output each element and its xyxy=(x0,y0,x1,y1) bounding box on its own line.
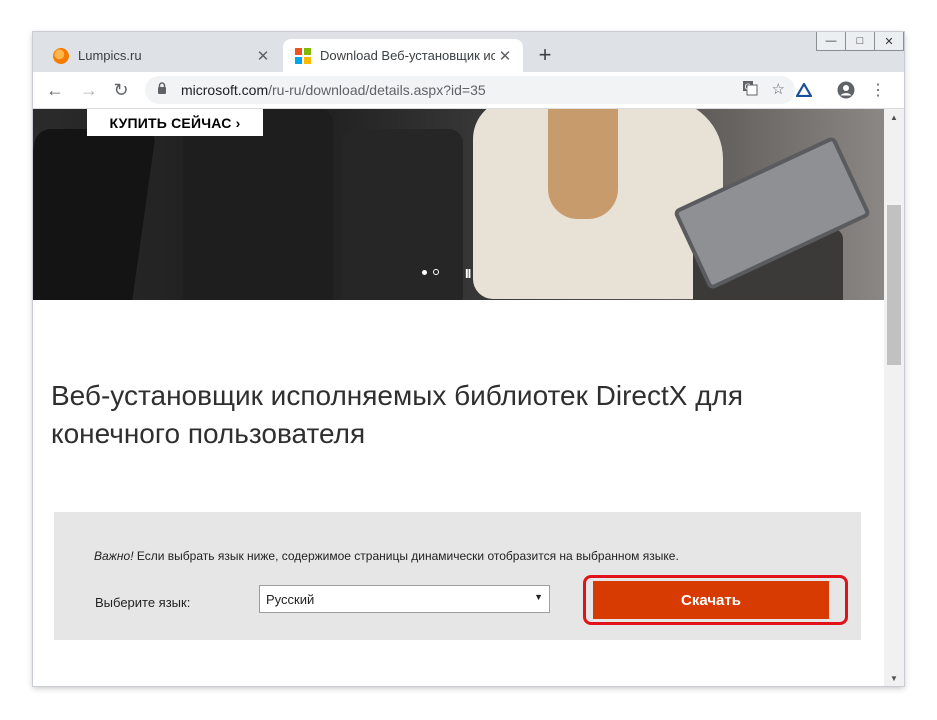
orange-icon xyxy=(53,47,69,64)
new-tab-button[interactable]: + xyxy=(531,41,559,69)
omnibox-actions: G ☆ xyxy=(742,80,785,100)
buy-now-button[interactable]: КУПИТЬ СЕЙЧАС › xyxy=(87,109,263,136)
dropdown-arrow-icon: ▼ xyxy=(534,592,543,602)
seat-shape xyxy=(343,129,463,300)
scroll-down-arrow-icon[interactable]: ▼ xyxy=(884,670,904,686)
hero-banner: КУПИТЬ СЕЙЧАС › II xyxy=(33,109,884,300)
carousel-dot[interactable] xyxy=(433,269,439,275)
scrollbar[interactable]: ▲ ▼ xyxy=(884,109,904,686)
browser-window: Lumpics.ru ✕ Download Веб-установщик исп… xyxy=(33,32,904,686)
url-path: /ru-ru/download/details.aspx?id=35 xyxy=(268,82,486,98)
scroll-up-arrow-icon[interactable]: ▲ xyxy=(884,109,904,125)
close-icon[interactable]: ✕ xyxy=(495,46,515,66)
browser-toolbar: ← → ↻ microsoft.com/ru-ru/download/detai… xyxy=(33,72,904,109)
page-viewport: КУПИТЬ СЕЙЧАС › II Веб-установщик исполн… xyxy=(33,109,884,686)
download-panel: Важно! Если выбрать язык ниже, содержимо… xyxy=(54,512,861,640)
hair-shape xyxy=(548,109,618,219)
notice-emphasis: Важно! xyxy=(94,549,134,563)
window-controls: — □ ✕ xyxy=(816,32,904,51)
maximize-button[interactable]: □ xyxy=(846,32,875,51)
close-icon[interactable]: ✕ xyxy=(253,46,273,66)
tab-lumpics[interactable]: Lumpics.ru ✕ xyxy=(41,39,281,72)
page-title: Веб-установщик исполняемых библиотек Dir… xyxy=(51,380,744,449)
menu-icon[interactable]: ⋮ xyxy=(866,78,890,102)
language-select[interactable]: Русский ▼ xyxy=(259,585,550,613)
seat-shape xyxy=(33,129,157,300)
scrollbar-thumb[interactable] xyxy=(887,205,901,365)
tab-microsoft-download[interactable]: Download Веб-установщик испо ✕ xyxy=(283,39,523,72)
minimize-button[interactable]: — xyxy=(816,32,846,51)
tab-title: Lumpics.ru xyxy=(78,48,142,63)
reload-button[interactable]: ↻ xyxy=(109,78,133,102)
star-icon[interactable]: ☆ xyxy=(772,80,785,100)
microsoft-logo-icon xyxy=(295,47,311,64)
address-bar[interactable]: microsoft.com/ru-ru/download/details.asp… xyxy=(145,76,795,104)
language-label: Выберите язык: xyxy=(95,595,191,610)
url-host: microsoft.com xyxy=(181,82,269,98)
extension-icon[interactable] xyxy=(792,78,816,102)
carousel-dot-active[interactable] xyxy=(422,269,427,275)
download-button[interactable]: Скачать xyxy=(593,581,829,619)
tab-title: Download Веб-установщик испо xyxy=(320,48,495,63)
tab-bar: Lumpics.ru ✕ Download Веб-установщик исп… xyxy=(33,32,904,72)
seat-shape xyxy=(183,109,333,300)
svg-text:G: G xyxy=(744,83,750,92)
language-notice: Важно! Если выбрать язык ниже, содержимо… xyxy=(94,549,679,563)
profile-icon[interactable] xyxy=(834,78,858,102)
back-button[interactable]: ← xyxy=(43,78,67,102)
close-window-button[interactable]: ✕ xyxy=(875,32,904,51)
forward-button[interactable]: → xyxy=(77,78,101,102)
carousel-dots xyxy=(422,269,439,275)
translate-icon[interactable]: G xyxy=(742,80,758,100)
language-selected-value: Русский xyxy=(266,591,315,607)
lock-icon xyxy=(157,82,171,98)
pause-button[interactable]: II xyxy=(465,266,471,281)
notice-text: Если выбрать язык ниже, содержимое стран… xyxy=(133,549,679,563)
